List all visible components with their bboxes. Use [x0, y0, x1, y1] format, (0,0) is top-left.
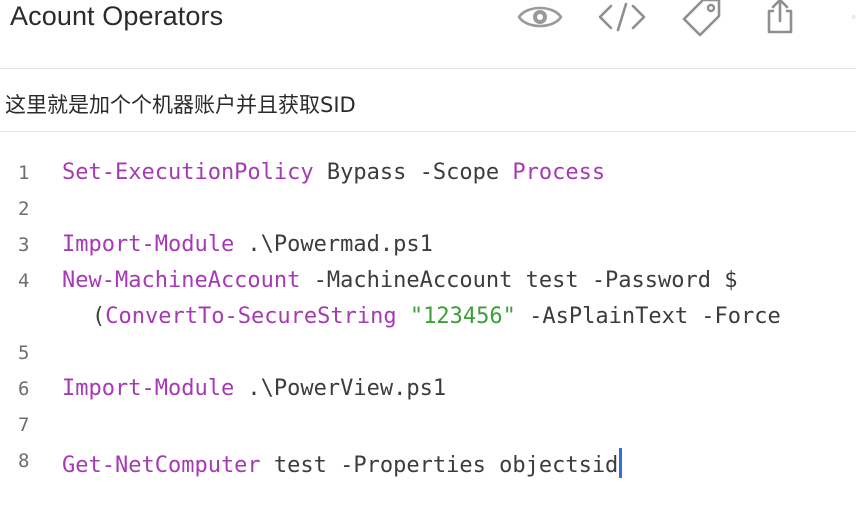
- line-code: New-MachineAccount -MachineAccount test …: [62, 268, 738, 293]
- tag-icon[interactable]: [680, 0, 724, 37]
- line-code: Set-ExecutionPolicy Bypass -Scope Proces…: [62, 160, 605, 185]
- code-line-8[interactable]: 8 Get-NetComputer test -Properties object…: [0, 444, 856, 480]
- line-number: 1: [18, 162, 30, 184]
- note-bar: 这里就是加个个机器账户并且获取SID: [0, 69, 856, 132]
- text-token: .\Powermad.ps1: [234, 232, 433, 257]
- eye-icon[interactable]: [516, 0, 564, 34]
- line-number: 3: [18, 234, 30, 256]
- text-token: Bypass -Scope: [313, 160, 513, 185]
- line-number: 2: [18, 198, 30, 220]
- code-line-2[interactable]: 2: [0, 192, 856, 228]
- line-number: 6: [18, 378, 30, 400]
- text-token: (: [92, 304, 106, 329]
- code-line-7[interactable]: 7: [0, 408, 856, 444]
- string-token: "123456": [409, 304, 516, 329]
- code-line-3[interactable]: 3 Import-Module .\Powermad.ps1: [0, 228, 856, 264]
- page-title: Acount Operators: [10, 1, 224, 31]
- line-code: Import-Module .\PowerView.ps1: [62, 376, 446, 401]
- keyword-token: Import-Module: [62, 376, 235, 401]
- keyword-token: Set-ExecutionPolicy: [62, 160, 314, 185]
- line-code: (ConvertTo-SecureString "123456" -AsPlai…: [92, 304, 781, 329]
- line-number: 8: [18, 450, 30, 472]
- share-icon[interactable]: [762, 0, 798, 34]
- header-bar: Acount Operators: [0, 0, 856, 69]
- code-line-4[interactable]: 4 New-MachineAccount -MachineAccount test…: [0, 264, 856, 300]
- text-token: .\PowerView.ps1: [234, 376, 447, 401]
- text-token: -AsPlainText -Force: [515, 304, 781, 329]
- keyword-token: Import-Module: [62, 232, 235, 257]
- keyword-token: Get-NetComputer: [62, 453, 261, 478]
- text-caret: [619, 448, 623, 478]
- code-editor[interactable]: 1 Set-ExecutionPolicy Bypass -Scope Proce…: [0, 132, 856, 526]
- keyword-token: ConvertTo-SecureString: [105, 304, 397, 329]
- line-number: 5: [18, 342, 30, 364]
- code-line-continuation[interactable]: (ConvertTo-SecureString "123456" -AsPlai…: [0, 300, 856, 336]
- keyword-token: New-MachineAccount: [62, 268, 301, 293]
- code-line-5[interactable]: 5: [0, 336, 856, 372]
- note-text: 这里就是加个个机器账户并且获取SID: [5, 93, 356, 117]
- line-number: 4: [18, 270, 30, 292]
- code-line-6[interactable]: 6 Import-Module .\PowerView.ps1: [0, 372, 856, 408]
- code-line-1[interactable]: 1 Set-ExecutionPolicy Bypass -Scope Proce…: [0, 156, 856, 192]
- code-icon[interactable]: [596, 0, 648, 34]
- line-code: Get-NetComputer test -Properties objects…: [62, 448, 623, 478]
- line-code: Import-Module .\Powermad.ps1: [62, 232, 433, 257]
- page: Acount Operators 这里就是加个个机器账户并且获取SID 1 Se…: [0, 0, 856, 526]
- keyword-token: Process: [512, 160, 606, 185]
- text-token: test -Properties objectsid: [260, 453, 619, 478]
- line-number: 7: [18, 414, 30, 436]
- more-icon[interactable]: [834, 0, 856, 34]
- text-token: -MachineAccount test -Password $: [300, 268, 738, 293]
